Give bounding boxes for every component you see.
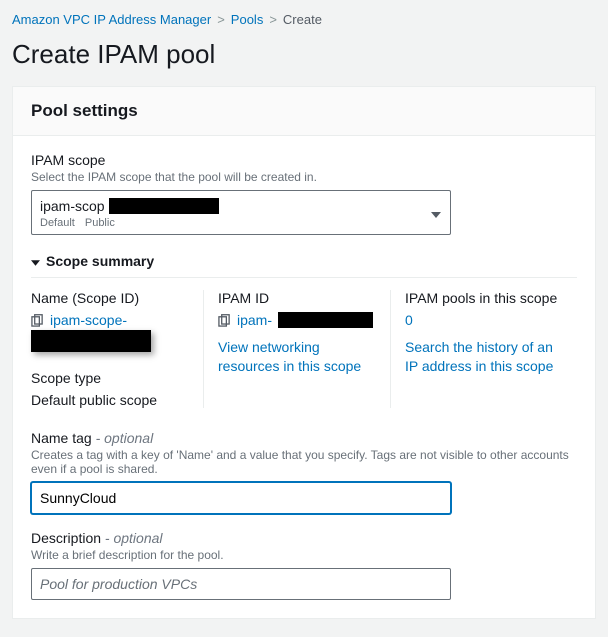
ipam-id-label: IPAM ID (218, 290, 376, 306)
chevron-right-icon: > (217, 12, 225, 27)
pools-in-scope-label: IPAM pools in this scope (405, 290, 563, 306)
search-ip-history-link[interactable]: Search the history of an IP address in t… (405, 338, 563, 376)
ipam-scope-sub-default: Default (40, 216, 75, 230)
name-tag-field: Name tag - optional Creates a tag with a… (31, 430, 577, 514)
divider (31, 277, 577, 278)
scope-summary-title: Scope summary (46, 253, 154, 269)
breadcrumb: Amazon VPC IP Address Manager > Pools > … (12, 8, 596, 37)
copy-icon[interactable] (31, 314, 44, 327)
caret-down-icon (31, 253, 40, 269)
breadcrumb-current: Create (283, 12, 322, 27)
chevron-right-icon: > (269, 12, 277, 27)
name-tag-label: Name tag (31, 430, 92, 446)
ipam-scope-select[interactable]: ipam-scop Default Public (31, 190, 451, 235)
breadcrumb-pools-link[interactable]: Pools (231, 12, 264, 27)
redacted-text (278, 312, 373, 328)
scope-summary-toggle[interactable]: Scope summary (31, 253, 577, 269)
ipam-scope-label: IPAM scope (31, 152, 577, 168)
description-input[interactable] (31, 568, 451, 600)
page-title: Create IPAM pool (12, 39, 596, 70)
scope-id-label: Name (Scope ID) (31, 290, 189, 306)
name-tag-hint: Creates a tag with a key of 'Name' and a… (31, 448, 577, 476)
scope-id-link[interactable]: ipam-scope- (50, 312, 127, 328)
ipam-scope-sub-public: Public (85, 216, 115, 230)
optional-indicator: - optional (92, 430, 153, 446)
copy-icon[interactable] (218, 314, 231, 327)
optional-indicator: - optional (101, 530, 162, 546)
view-networking-resources-link[interactable]: View networking resources in this scope (218, 338, 376, 376)
ipam-id-link[interactable]: ipam- (237, 312, 272, 328)
ipam-scope-hint: Select the IPAM scope that the pool will… (31, 170, 577, 184)
name-tag-input[interactable] (31, 482, 451, 514)
description-label: Description (31, 530, 101, 546)
caret-down-icon (431, 205, 441, 221)
ipam-scope-field: IPAM scope Select the IPAM scope that th… (31, 152, 577, 235)
panel-header: Pool settings (13, 87, 595, 136)
breadcrumb-root-link[interactable]: Amazon VPC IP Address Manager (12, 12, 211, 27)
description-hint: Write a brief description for the pool. (31, 548, 577, 562)
redacted-text (31, 330, 151, 352)
pool-settings-panel: Pool settings IPAM scope Select the IPAM… (12, 86, 596, 619)
scope-type-label: Scope type (31, 370, 189, 386)
pools-count-link[interactable]: 0 (405, 312, 413, 328)
description-field: Description - optional Write a brief des… (31, 530, 577, 600)
scope-type-value: Default public scope (31, 392, 189, 408)
redacted-text (109, 198, 219, 214)
scope-summary-columns: Name (Scope ID) ipam-scope- Scope type D… (31, 290, 577, 408)
ipam-scope-selected-text: ipam-scop (40, 197, 105, 215)
